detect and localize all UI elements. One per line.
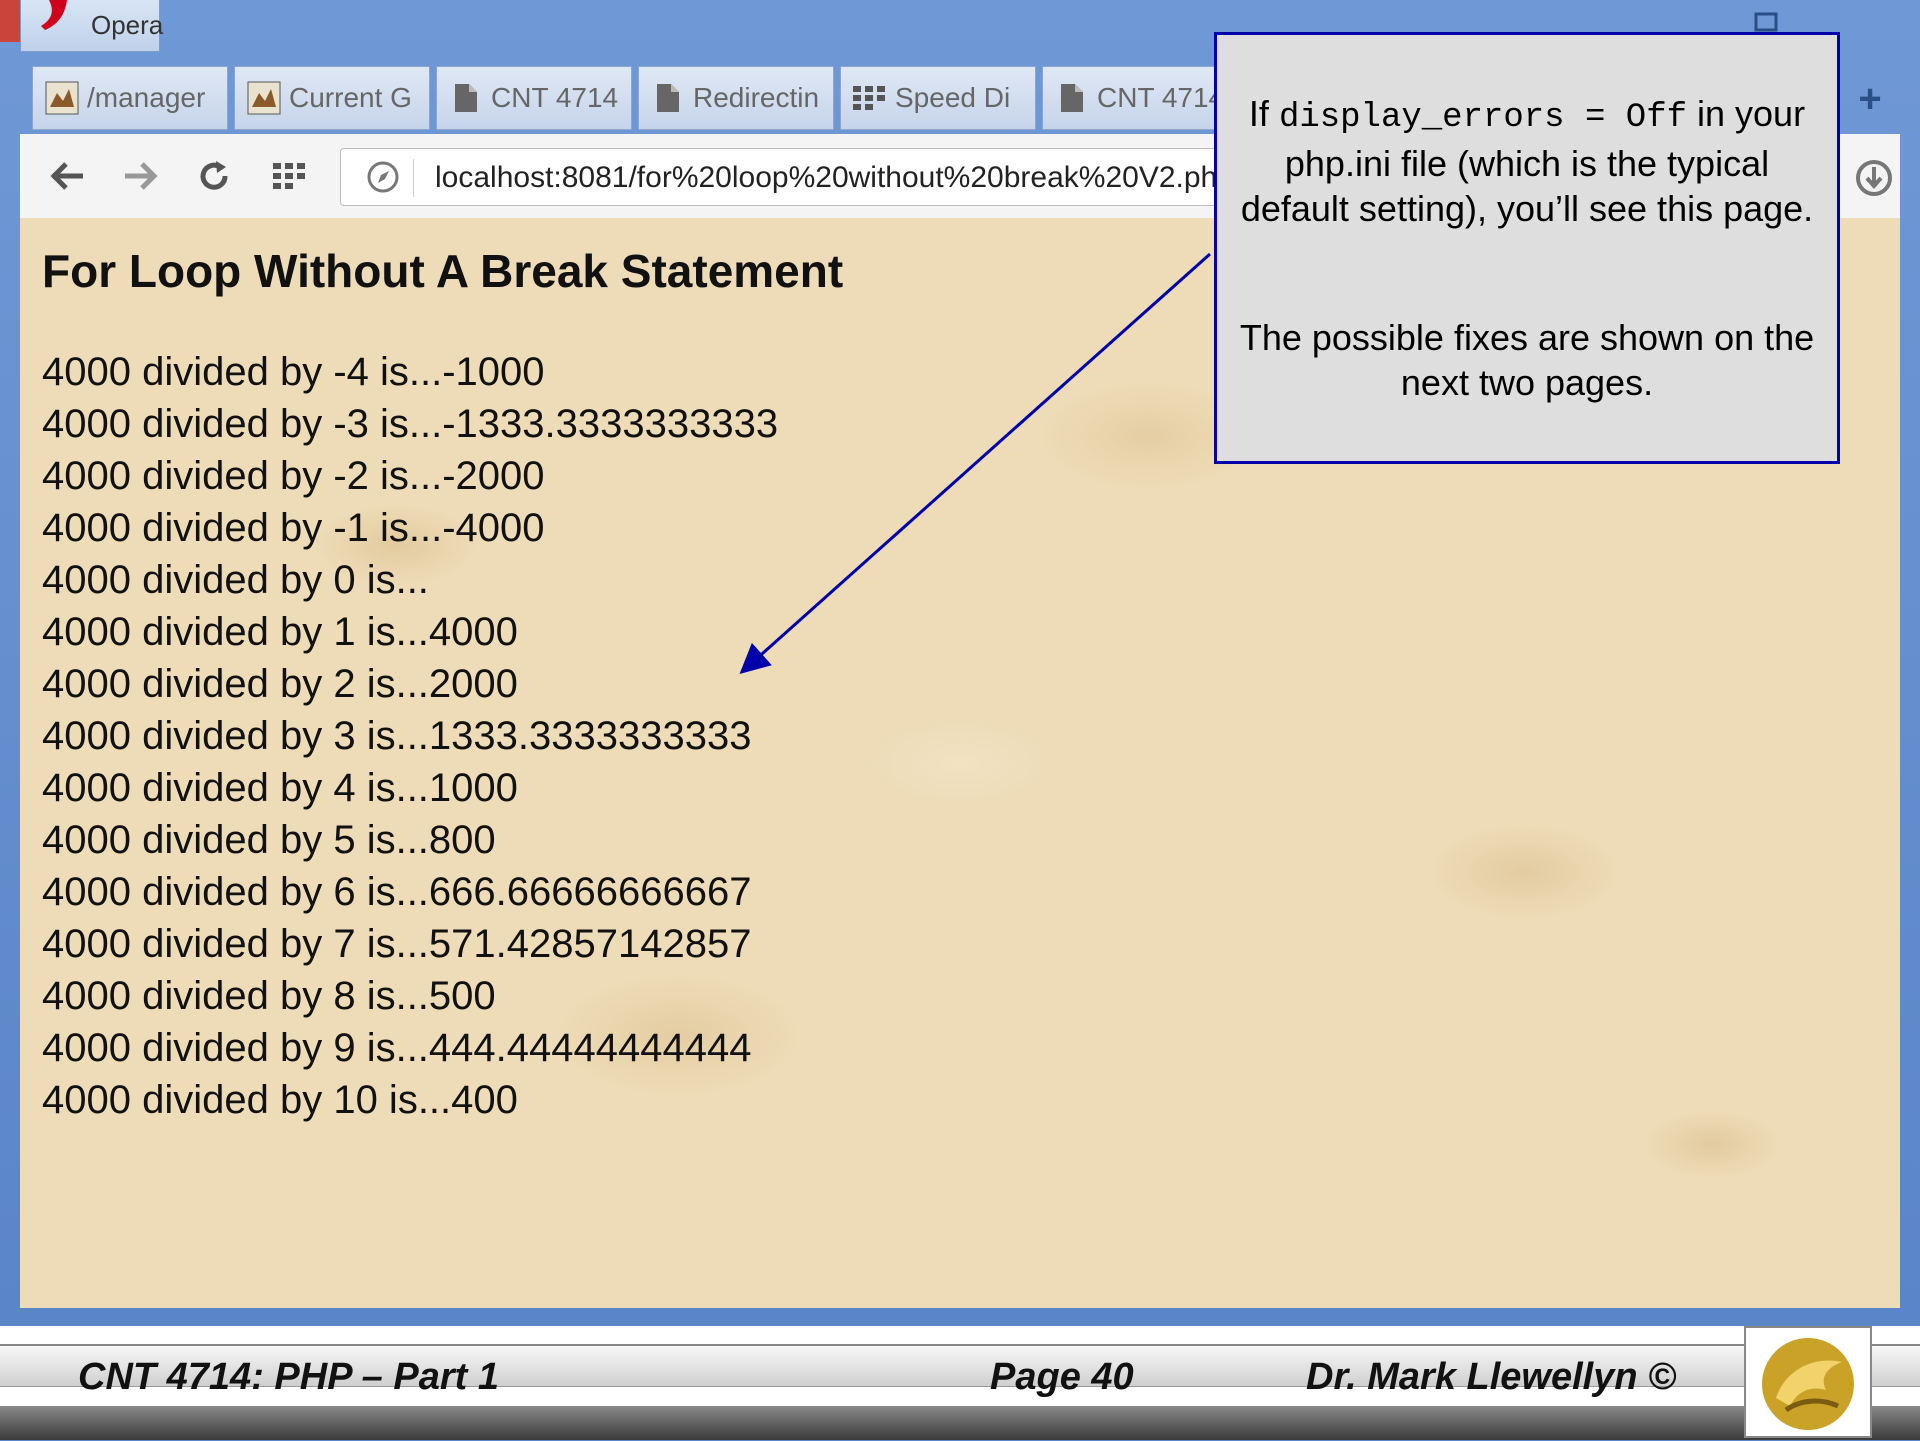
tab-label: Speed Di <box>895 82 1011 113</box>
annotation-callout: If display_errors = Off in your php.ini … <box>1214 32 1840 464</box>
callout-text-2: The possible fixes are shown on the next… <box>1239 317 1815 403</box>
tab-cnt4714-a[interactable]: CNT 4714 <box>436 66 632 130</box>
results-list: 4000 divided by -4 is...-1000 4000 divid… <box>42 346 778 1126</box>
app-title: Opera <box>91 10 164 40</box>
site-info-icon[interactable] <box>367 161 399 193</box>
result-line: 4000 divided by -2 is...-2000 <box>42 454 545 498</box>
tab-label: /manager <box>87 82 206 113</box>
result-line: 4000 divided by -1 is...-4000 <box>42 506 545 550</box>
reload-icon <box>200 161 228 190</box>
result-line: 4000 divided by 1 is...4000 <box>42 610 518 654</box>
ucf-pegasus-logo <box>1744 1326 1872 1438</box>
tab-label: Current G <box>289 82 412 113</box>
tab-manager[interactable]: /manager <box>32 66 228 130</box>
tab-label: CNT 4714 <box>491 82 619 113</box>
new-tab-button[interactable]: + <box>1848 74 1892 124</box>
result-line: 4000 divided by 3 is...1333.3333333333 <box>42 714 752 758</box>
forward-button[interactable] <box>120 156 160 196</box>
result-line: 4000 divided by 8 is...500 <box>42 974 496 1018</box>
tomcat-icon <box>247 81 281 115</box>
footer-page-number: Page 40 <box>990 1356 1134 1398</box>
result-line: 4000 divided by -3 is...-1333.3333333333 <box>42 402 779 446</box>
footer-bottom-bar <box>0 1406 1920 1440</box>
speed-dial-icon <box>853 81 887 115</box>
slide-footer: CNT 4714: PHP – Part 1 Page 40 Dr. Mark … <box>0 1326 1920 1440</box>
tab-cnt4714-b[interactable]: CNT 4714 <box>1042 66 1238 130</box>
page-icon <box>1055 81 1089 115</box>
address-separator <box>413 159 414 197</box>
back-arrow-icon <box>50 162 83 190</box>
plus-icon: + <box>1858 77 1882 121</box>
result-line: 4000 divided by 9 is...444.44444444444 <box>42 1026 752 1070</box>
tab-current[interactable]: Current G <box>234 66 430 130</box>
result-line: 4000 divided by 4 is...1000 <box>42 766 518 810</box>
back-button[interactable] <box>48 156 88 196</box>
speed-dial-button[interactable] <box>270 156 310 196</box>
result-line: 4000 divided by 10 is...400 <box>42 1078 518 1122</box>
download-icon[interactable] <box>1854 158 1894 198</box>
tab-redirecting[interactable]: Redirectin <box>638 66 834 130</box>
result-line: 4000 divided by 0 is... <box>42 558 429 602</box>
tab-speed-dial[interactable]: Speed Di <box>840 66 1036 130</box>
opera-logo-icon <box>41 0 67 30</box>
footer-author: Dr. Mark Llewellyn © <box>1306 1356 1677 1398</box>
page-title: For Loop Without A Break Statement <box>42 245 844 297</box>
page-icon <box>651 81 685 115</box>
callout-text-1: If display_errors = Off in your php.ini … <box>1240 93 1814 229</box>
result-line: 4000 divided by 6 is...666.66666666667 <box>42 870 752 914</box>
pegasus-icon <box>1762 1338 1854 1430</box>
reload-button[interactable] <box>194 156 234 196</box>
browser-window: Opera ✕ /manager Current G CNT 4714 Redi… <box>0 0 1920 1326</box>
url-text[interactable]: localhost:8081/for%20loop%20without%20br… <box>435 161 1217 195</box>
forward-arrow-icon <box>125 162 158 190</box>
page-icon <box>449 81 483 115</box>
footer-course: CNT 4714: PHP – Part 1 <box>78 1356 499 1398</box>
result-line: 4000 divided by 7 is...571.42857142857 <box>42 922 752 966</box>
opera-menu-button[interactable]: Opera <box>20 0 164 52</box>
tab-label: CNT 4714 <box>1097 82 1225 113</box>
grid-icon <box>273 163 305 189</box>
tomcat-icon <box>45 81 79 115</box>
result-line: 4000 divided by -4 is...-1000 <box>42 350 545 394</box>
tab-label: Redirectin <box>693 82 820 113</box>
result-line: 4000 divided by 5 is...800 <box>42 818 496 862</box>
result-line: 4000 divided by 2 is...2000 <box>42 662 518 706</box>
